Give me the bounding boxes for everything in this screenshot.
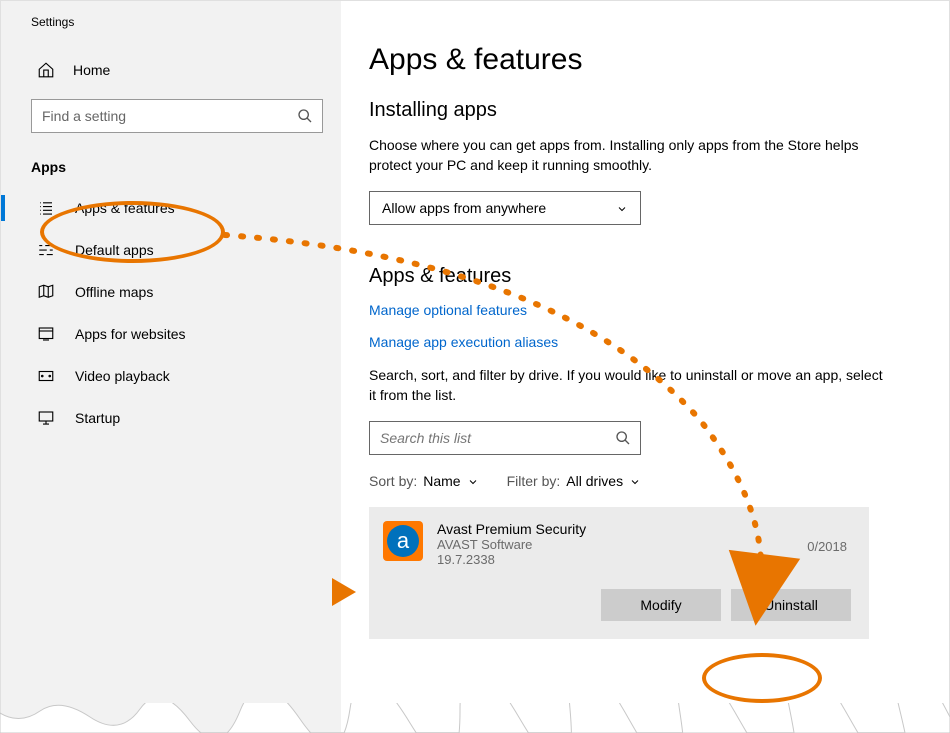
sidebar-item-apps-features[interactable]: Apps & features xyxy=(1,187,341,229)
chevron-down-icon xyxy=(629,475,641,487)
installing-apps-desc: Choose where you can get apps from. Inst… xyxy=(369,136,889,175)
chevron-down-icon xyxy=(616,202,628,214)
search-icon xyxy=(615,430,631,446)
video-icon xyxy=(37,367,55,385)
sidebar-item-label: Default apps xyxy=(75,242,154,258)
install-source-select[interactable]: Allow apps from anywhere xyxy=(369,191,641,225)
app-version: 19.7.2338 xyxy=(437,552,851,567)
sidebar-item-offline-maps[interactable]: Offline maps xyxy=(1,271,341,313)
defaults-icon xyxy=(37,241,55,259)
sidebar: Settings Home Apps Apps & features Defau xyxy=(1,1,341,732)
home-label: Home xyxy=(73,62,110,78)
modify-button[interactable]: Modify xyxy=(601,589,721,621)
selected-app-card[interactable]: Avast Premium Security AVAST Software 19… xyxy=(369,507,869,639)
sidebar-item-apps-websites[interactable]: Apps for websites xyxy=(1,313,341,355)
sidebar-search[interactable] xyxy=(31,99,323,133)
app-publisher: AVAST Software xyxy=(437,537,851,552)
app-install-date: 0/2018 xyxy=(807,539,847,554)
map-icon xyxy=(37,283,55,301)
window-title: Settings xyxy=(1,15,341,29)
chevron-down-icon xyxy=(467,475,479,487)
filter-by[interactable]: Filter by: All drives xyxy=(507,473,641,489)
list-icon xyxy=(37,199,55,217)
app-search-input[interactable] xyxy=(369,421,641,455)
uninstall-button[interactable]: Uninstall xyxy=(731,589,851,621)
sort-value: Name xyxy=(423,473,460,489)
install-source-value: Allow apps from anywhere xyxy=(382,200,546,216)
app-search[interactable] xyxy=(369,421,641,455)
apps-features-heading: Apps & features xyxy=(369,265,909,288)
filter-value: All drives xyxy=(566,473,623,489)
manage-app-aliases-link[interactable]: Manage app execution aliases xyxy=(369,334,909,350)
sidebar-item-label: Startup xyxy=(75,410,120,426)
installing-apps-heading: Installing apps xyxy=(369,99,909,122)
sidebar-item-video-playback[interactable]: Video playback xyxy=(1,355,341,397)
sidebar-item-default-apps[interactable]: Default apps xyxy=(1,229,341,271)
home-icon xyxy=(37,61,55,79)
app-name: Avast Premium Security xyxy=(437,521,851,537)
sort-label: Sort by: xyxy=(369,473,417,489)
apps-list-desc: Search, sort, and filter by drive. If yo… xyxy=(369,366,889,405)
filter-label: Filter by: xyxy=(507,473,561,489)
main-content: Apps & features Installing apps Choose w… xyxy=(341,1,949,732)
search-icon xyxy=(297,108,313,124)
sort-by[interactable]: Sort by: Name xyxy=(369,473,479,489)
sidebar-item-label: Apps for websites xyxy=(75,326,186,342)
sidebar-item-label: Apps & features xyxy=(75,200,175,216)
sidebar-item-label: Offline maps xyxy=(75,284,153,300)
search-settings-input[interactable] xyxy=(31,99,323,133)
startup-icon xyxy=(37,409,55,427)
sidebar-section-header: Apps xyxy=(1,151,341,187)
page-title: Apps & features xyxy=(369,43,909,77)
home-nav[interactable]: Home xyxy=(1,51,341,89)
sidebar-item-startup[interactable]: Startup xyxy=(1,397,341,439)
sort-filter-bar: Sort by: Name Filter by: All drives xyxy=(369,473,909,489)
sidebar-item-label: Video playback xyxy=(75,368,170,384)
websites-icon xyxy=(37,325,55,343)
avast-app-icon xyxy=(383,521,423,561)
manage-optional-features-link[interactable]: Manage optional features xyxy=(369,302,909,318)
